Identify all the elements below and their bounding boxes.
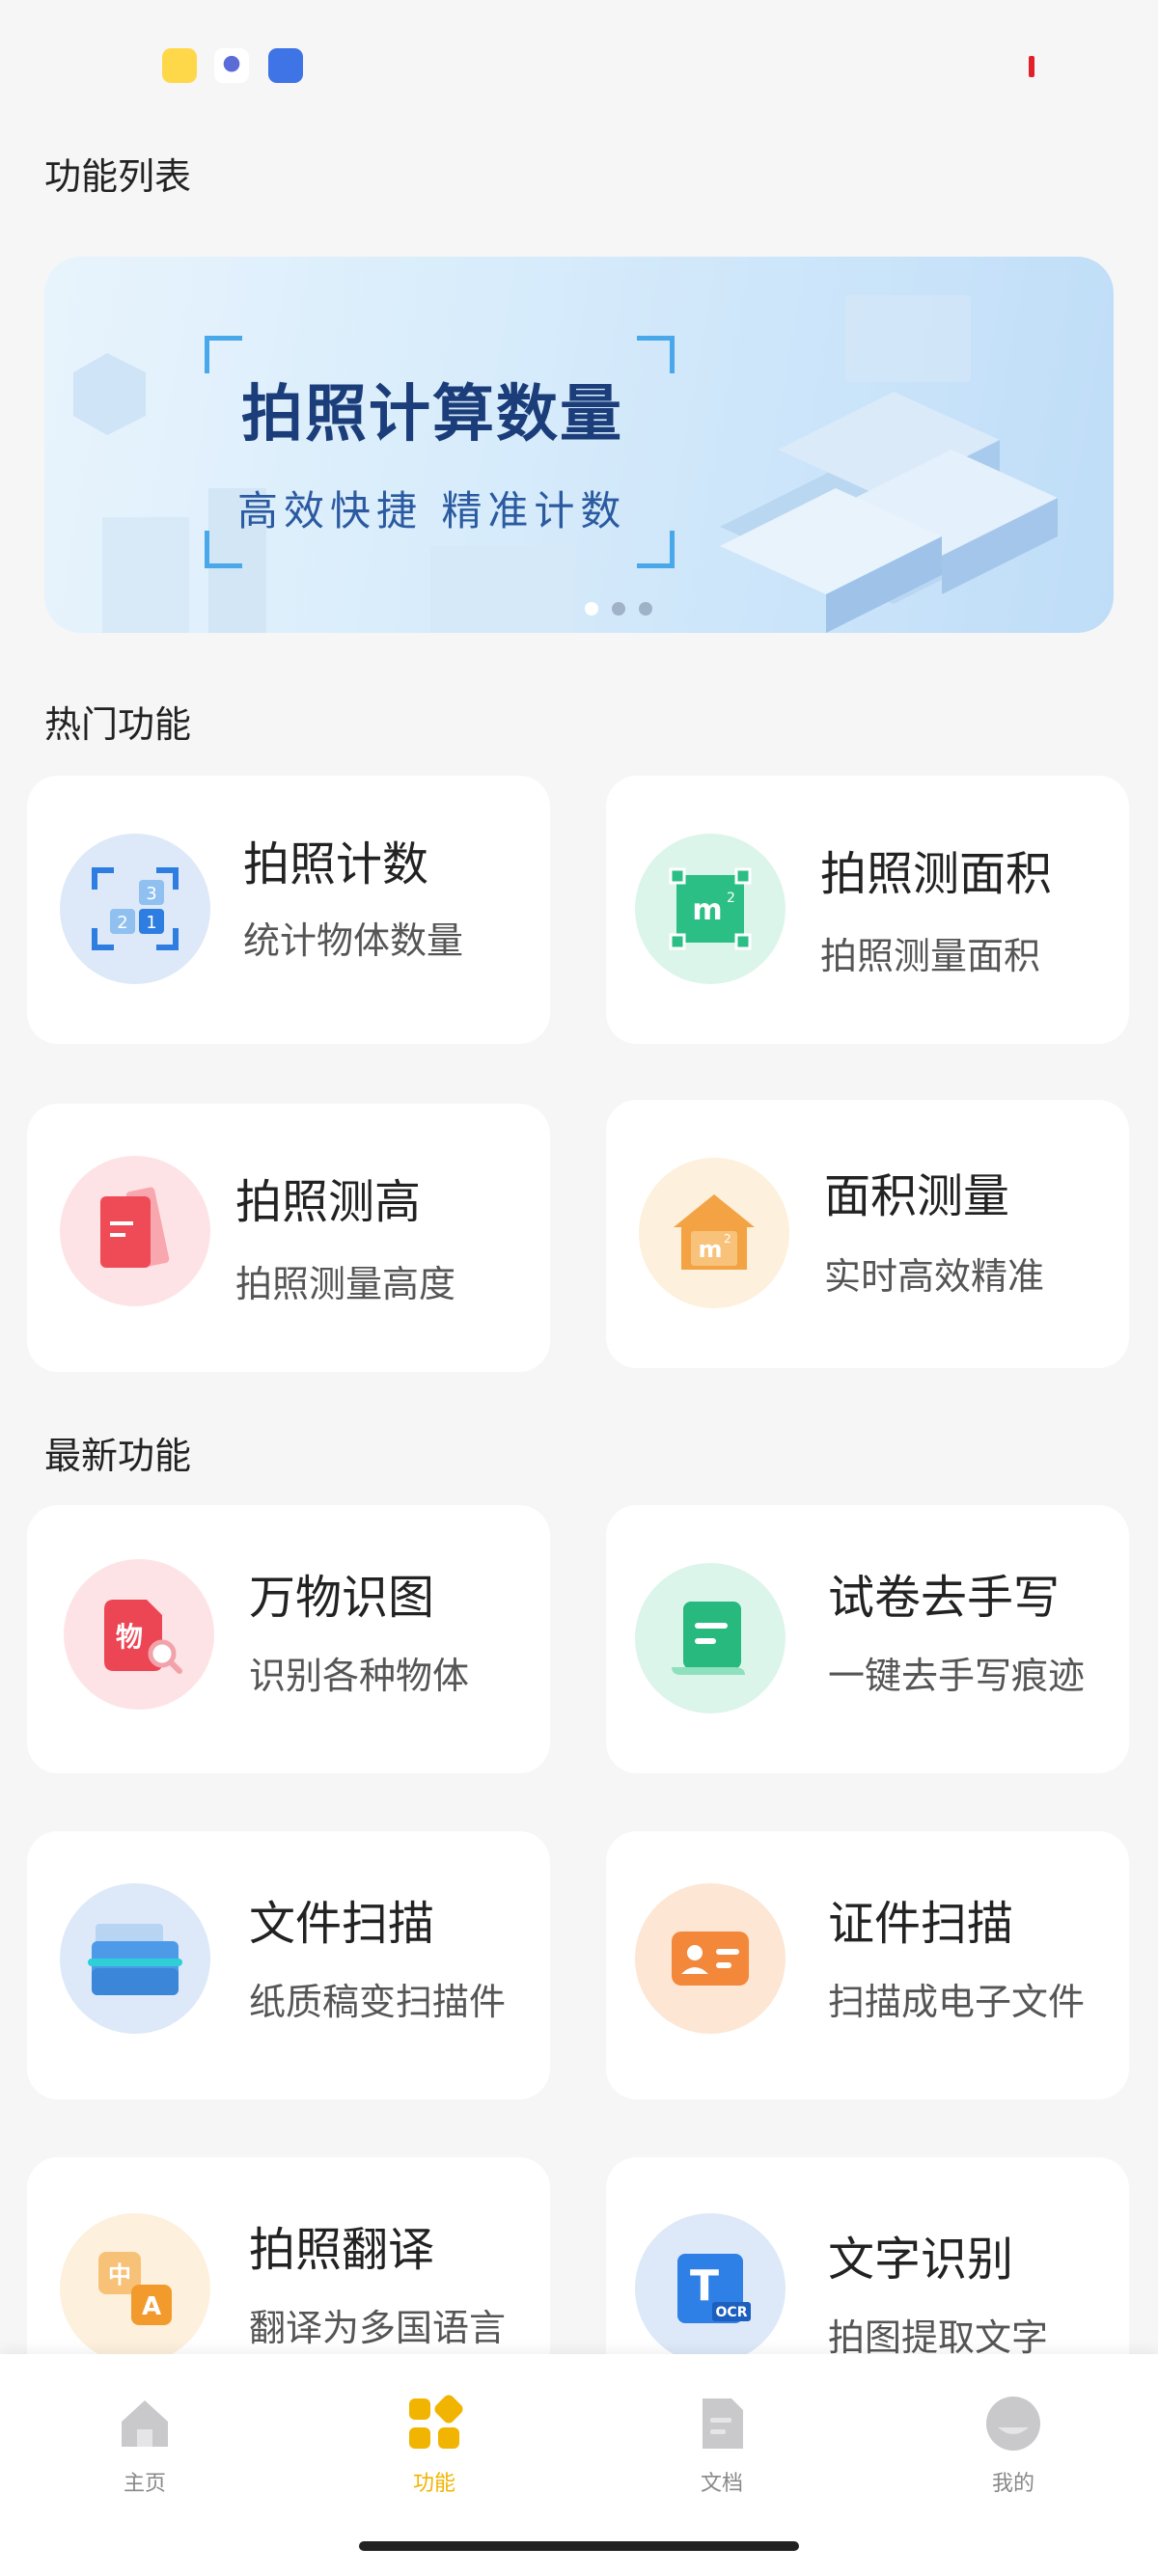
banner-subtitle: 高效快捷 精准计数 [237, 487, 627, 534]
status-bar [0, 0, 1158, 125]
feature-card-photo-height[interactable]: 拍照测高 拍照测量高度 [27, 1104, 550, 1372]
feature-subtitle: 拍图提取文字 [828, 2316, 1049, 2359]
section-title-hot: 热门功能 [44, 703, 192, 746]
feature-title: 文字识别 [828, 2233, 1014, 2287]
page-title: 功能列表 [44, 155, 192, 198]
feature-card-object-recognition[interactable]: 物 万物识图 识别各种物体 [27, 1505, 550, 1773]
pagination-dot-active[interactable] [585, 602, 598, 616]
svg-text:中: 中 [108, 2261, 131, 2288]
home-icon [122, 2400, 168, 2447]
house-m2-icon: m 2 [639, 1158, 789, 1308]
banner-title: 拍照计算数量 [241, 379, 623, 451]
feature-card-area-measure[interactable]: m 2 面积测量 实时高效精准 [606, 1100, 1129, 1368]
document-icon [703, 2398, 743, 2449]
tab-label: 我的 [991, 2472, 1034, 2496]
svg-text:2: 2 [724, 1232, 731, 1246]
corner-bracket [205, 336, 242, 373]
svg-text:m: m [698, 1236, 722, 1263]
svg-text:物: 物 [116, 1621, 143, 1653]
scroll-icon [635, 1563, 786, 1713]
feature-title: 面积测量 [824, 1169, 1010, 1223]
svg-text:2: 2 [117, 913, 127, 933]
feature-title: 拍照测高 [235, 1175, 422, 1229]
feature-card-photo-count[interactable]: 3 2 1 拍照计数 统计物体数量 [27, 776, 550, 1044]
area-m2-icon: m 2 [635, 834, 786, 984]
tab-label: 功能 [412, 2472, 455, 2496]
feature-title: 拍照计数 [243, 837, 429, 891]
feature-card-photo-area[interactable]: m 2 拍照测面积 拍照测量面积 [606, 776, 1129, 1044]
folder-scan-icon [60, 1883, 210, 2034]
corner-bracket [637, 531, 675, 568]
feature-subtitle: 实时高效精准 [824, 1255, 1045, 1298]
feature-title: 拍照翻译 [249, 2223, 435, 2277]
app-notification-icon [162, 48, 197, 83]
svg-text:A: A [142, 2292, 161, 2321]
grid-icon [409, 2395, 463, 2449]
profile-icon [986, 2397, 1040, 2451]
tab-profile[interactable]: 我的 [946, 2393, 1081, 2497]
feature-title: 文件扫描 [249, 1897, 435, 1951]
pagination-dot[interactable] [639, 602, 652, 616]
id-card-icon [635, 1883, 786, 2034]
feature-title: 万物识图 [249, 1571, 435, 1625]
tab-label: 文档 [700, 2472, 743, 2496]
object-search-icon: 物 [64, 1559, 214, 1710]
svg-text:2: 2 [727, 891, 735, 906]
section-title-new: 最新功能 [44, 1435, 192, 1477]
svg-text:1: 1 [146, 913, 156, 933]
feature-title: 拍照测面积 [820, 847, 1053, 901]
feature-card-id-scan[interactable]: 证件扫描 扫描成电子文件 [606, 1831, 1129, 2099]
home-indicator[interactable] [359, 2541, 799, 2551]
feature-subtitle: 扫描成电子文件 [828, 1981, 1086, 2023]
ocr-badge-text: OCR [716, 2305, 748, 2320]
feature-subtitle: 识别各种物体 [249, 1655, 470, 1697]
ruler-icon [60, 1156, 210, 1306]
svg-text:3: 3 [146, 884, 156, 904]
tab-home[interactable]: 主页 [77, 2393, 212, 2497]
translate-icon: 中 A [60, 2213, 210, 2364]
banner-pagination[interactable] [585, 602, 652, 616]
tab-documents[interactable]: 文档 [654, 2393, 789, 2497]
feature-subtitle: 纸质稿变扫描件 [249, 1981, 507, 2023]
feature-card-remove-handwriting[interactable]: 试卷去手写 一键去手写痕迹 [606, 1505, 1129, 1773]
tab-features[interactable]: 功能 [367, 2393, 502, 2497]
tab-label: 主页 [123, 2472, 166, 2496]
feature-subtitle: 一键去手写痕迹 [828, 1655, 1086, 1697]
svg-text:m: m [692, 893, 722, 927]
feature-title: 证件扫描 [828, 1897, 1014, 1951]
app-notification-icon [268, 48, 303, 83]
corner-bracket [637, 336, 675, 373]
count-icon: 3 2 1 [60, 834, 210, 984]
app-notification-icon [214, 48, 249, 83]
feature-title: 试卷去手写 [828, 1571, 1061, 1625]
ocr-icon: T OCR [635, 2213, 786, 2364]
feature-subtitle: 拍照测量高度 [235, 1263, 456, 1305]
feature-card-document-scan[interactable]: 文件扫描 纸质稿变扫描件 [27, 1831, 550, 2099]
battery-indicator-icon [1029, 56, 1034, 77]
feature-subtitle: 翻译为多国语言 [249, 2307, 507, 2349]
feature-subtitle: 拍照测量面积 [820, 935, 1041, 977]
feature-subtitle: 统计物体数量 [243, 919, 464, 962]
promo-banner[interactable]: 拍照计算数量 高效快捷 精准计数 [44, 257, 1114, 633]
pagination-dot[interactable] [612, 602, 625, 616]
